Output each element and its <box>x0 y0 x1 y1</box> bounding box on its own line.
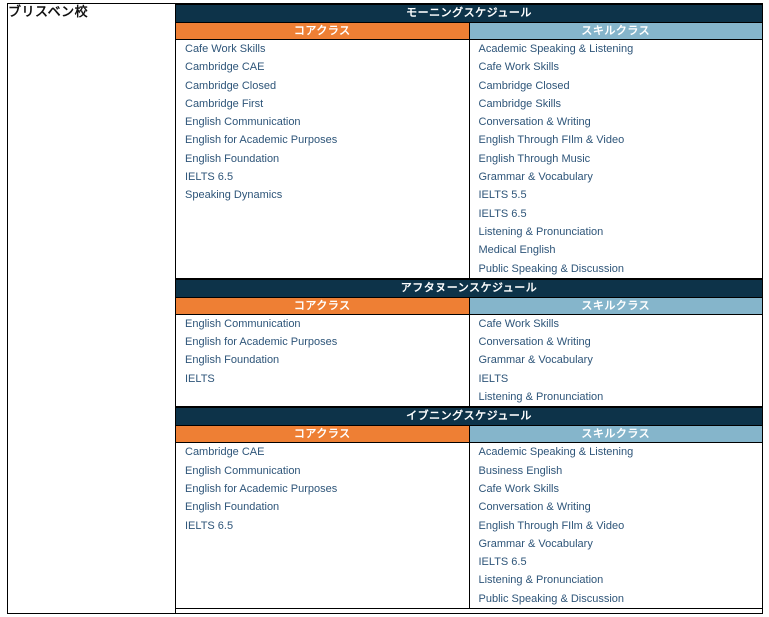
core-class-cell-afternoon: English Communication English for Academi… <box>176 313 470 408</box>
schedule-table: ブリスベン校 モーニングスケジュール コアクラス スキルクラス Cafe Work S… <box>7 3 763 614</box>
class-item[interactable]: IELTS 6.5 <box>176 517 469 535</box>
class-item[interactable]: Conversation & Writing <box>470 498 763 516</box>
class-item[interactable]: English for Academic Purposes <box>176 333 469 351</box>
class-item[interactable]: English Through FIlm & Video <box>470 517 763 535</box>
core-class-list-afternoon: English Communication English for Academi… <box>176 315 469 388</box>
skill-class-cell-evening: Academic Speaking & Listening Business En… <box>468 442 763 610</box>
skill-class-header-afternoon: スキルクラス <box>468 296 762 315</box>
class-item[interactable]: Conversation & Writing <box>470 333 763 351</box>
class-item[interactable]: Listening & Pronunciation <box>470 223 763 241</box>
class-item[interactable]: IELTS 6.5 <box>470 205 763 223</box>
class-item[interactable]: IELTS 6.5 <box>176 168 469 186</box>
schedule-root-row: ブリスベン校 モーニングスケジュール コアクラス スキルクラス Cafe Work S… <box>7 3 763 614</box>
core-class-list-morning: Cafe Work Skills Cambridge CAE Cambridge C… <box>176 40 469 205</box>
session-classes-row: Cambridge CAE English Communication Englis… <box>176 442 763 610</box>
class-item[interactable]: Grammar & Vocabulary <box>470 168 763 186</box>
class-item[interactable]: Cambridge Closed <box>470 77 763 95</box>
class-item[interactable]: IELTS <box>176 370 469 388</box>
class-item[interactable]: English for Academic Purposes <box>176 480 469 498</box>
skill-class-list-morning: Academic Speaking & Listening Cafe Work S… <box>470 40 763 278</box>
core-class-header-afternoon: コアクラス <box>176 296 470 315</box>
campus-column: ブリスベン校 <box>7 3 176 614</box>
skill-class-cell-morning: Academic Speaking & Listening Cafe Work S… <box>468 39 763 279</box>
skill-class-cell-afternoon: Cafe Work Skills Conversation & Writing Gr… <box>468 313 763 408</box>
class-item[interactable]: English Foundation <box>176 351 469 369</box>
session-column-header-row: コアクラス スキルクラス <box>176 425 762 444</box>
session-block-afternoon: アフタヌーンスケジュール コアクラス スキルクラス English Communica… <box>176 278 763 408</box>
core-class-header-evening: コアクラス <box>176 425 470 444</box>
session-title-row: モーニングスケジュール <box>176 4 762 23</box>
skill-class-list-evening: Academic Speaking & Listening Business En… <box>470 443 763 608</box>
core-class-cell-morning: Cafe Work Skills Cambridge CAE Cambridge C… <box>176 39 470 279</box>
sessions-column: モーニングスケジュール コアクラス スキルクラス Cafe Work Skills Ca… <box>176 4 763 614</box>
class-item[interactable]: Grammar & Vocabulary <box>470 535 763 553</box>
core-class-header-morning: コアクラス <box>176 22 470 40</box>
class-item[interactable]: English Foundation <box>176 498 469 516</box>
session-block-morning: モーニングスケジュール コアクラス スキルクラス Cafe Work Skills Ca… <box>176 4 762 279</box>
schedule-page: ブリスベン校 モーニングスケジュール コアクラス スキルクラス Cafe Work S… <box>0 0 769 617</box>
class-item[interactable]: Public Speaking & Discussion <box>470 260 763 278</box>
class-item[interactable]: Cafe Work Skills <box>176 40 469 58</box>
class-item[interactable]: Listening & Pronunciation <box>470 571 763 589</box>
class-item[interactable]: IELTS 5.5 <box>470 186 763 204</box>
class-item[interactable]: English Communication <box>176 113 469 131</box>
class-item[interactable]: English Through FIlm & Video <box>470 131 763 149</box>
class-item[interactable]: Cambridge Closed <box>176 77 469 95</box>
class-item[interactable]: Speaking Dynamics <box>176 186 469 204</box>
session-title-row: イブニングスケジュール <box>176 407 762 427</box>
class-item[interactable]: Conversation & Writing <box>470 113 763 131</box>
class-item[interactable]: Grammar & Vocabulary <box>470 351 763 369</box>
class-item[interactable]: Cambridge First <box>176 95 469 113</box>
class-item[interactable]: Academic Speaking & Listening <box>470 40 763 58</box>
campus-name-label: ブリスベン校 <box>8 4 89 19</box>
class-item[interactable]: English for Academic Purposes <box>176 131 469 149</box>
class-item[interactable]: English Foundation <box>176 150 469 168</box>
class-item[interactable]: English Through Music <box>470 150 763 168</box>
class-item[interactable]: English Communication <box>176 462 469 480</box>
sessions-container: モーニングスケジュール コアクラス スキルクラス Cafe Work Skills Ca… <box>176 4 763 610</box>
session-column-header-row: コアクラス スキルクラス <box>176 296 762 315</box>
session-classes-row: Cafe Work Skills Cambridge CAE Cambridge C… <box>176 39 763 279</box>
class-item[interactable]: Cambridge CAE <box>176 443 469 461</box>
class-item[interactable]: Cambridge Skills <box>470 95 763 113</box>
core-class-cell-evening: Cambridge CAE English Communication Englis… <box>176 442 470 610</box>
skill-class-list-afternoon: Cafe Work Skills Conversation & Writing Gr… <box>470 315 763 406</box>
class-item[interactable]: Cambridge CAE <box>176 58 469 76</box>
class-item[interactable]: Cafe Work Skills <box>470 58 763 76</box>
class-item[interactable]: Public Speaking & Discussion <box>470 590 763 608</box>
class-item[interactable]: Academic Speaking & Listening <box>470 443 763 461</box>
skill-class-header-morning: スキルクラス <box>468 22 762 40</box>
class-item[interactable]: IELTS <box>470 370 763 388</box>
class-item[interactable]: Business English <box>470 462 763 480</box>
class-item[interactable]: Medical English <box>470 241 763 259</box>
skill-class-header-evening: スキルクラス <box>468 425 762 444</box>
session-title-evening: イブニングスケジュール <box>176 407 762 427</box>
session-block-evening: イブニングスケジュール コアクラス スキルクラス Cambridge CAE Engli… <box>176 407 763 610</box>
class-item[interactable]: Cafe Work Skills <box>470 315 763 333</box>
session-column-header-row: コアクラス スキルクラス <box>176 22 762 40</box>
class-item[interactable]: IELTS 6.5 <box>470 553 763 571</box>
session-title-row: アフタヌーンスケジュール <box>176 278 762 298</box>
class-item[interactable]: Listening & Pronunciation <box>470 388 763 406</box>
class-item[interactable]: English Communication <box>176 315 469 333</box>
session-title-morning: モーニングスケジュール <box>176 4 762 23</box>
session-title-afternoon: アフタヌーンスケジュール <box>176 278 762 298</box>
session-classes-row: English Communication English for Academi… <box>176 313 763 408</box>
class-item[interactable]: Cafe Work Skills <box>470 480 763 498</box>
core-class-list-evening: Cambridge CAE English Communication Englis… <box>176 443 469 534</box>
